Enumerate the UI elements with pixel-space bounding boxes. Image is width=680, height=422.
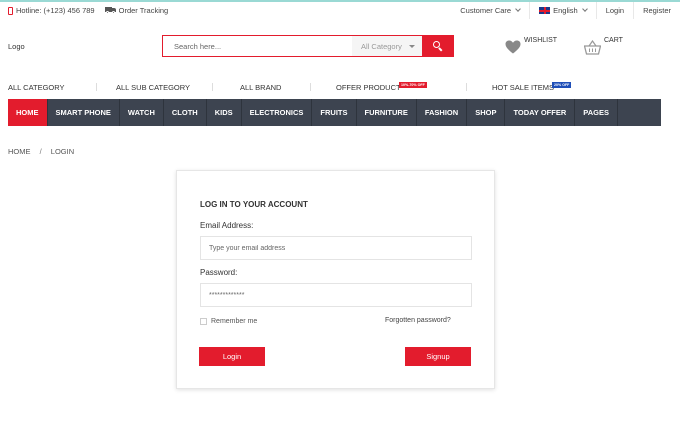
login-card: LOG IN TO YOUR ACCOUNT Email Address: Pa… [176,170,495,389]
nav-item-watch[interactable]: WATCH [120,99,164,126]
divider [310,83,311,91]
offer-badge: 10%-70% OFF [399,82,427,88]
all-brand-link[interactable]: ALL BRAND [240,83,281,92]
nav-item-home[interactable]: HOME [8,99,48,126]
phone-icon [8,6,13,15]
cart-label: CART [604,37,623,44]
main-nav: HOME SMART PHONE WATCH CLOTH KIDS ELECTR… [8,99,661,126]
hot-sale-badge: 20% OFF [552,82,572,88]
checkbox-box [200,318,207,325]
customer-care-label: Customer Care [460,6,512,15]
heart-icon [505,40,521,54]
nav-item-kids[interactable]: KIDS [207,99,242,126]
hotline-text: Hotline: (+123) 456 789 [16,6,95,15]
nav-item-shop[interactable]: SHOP [467,99,506,126]
search-button[interactable] [422,36,453,56]
remember-me-checkbox[interactable]: Remember me [200,318,257,325]
forgot-password-link[interactable]: Forgotten password? [385,317,451,324]
nav-item-fashion[interactable]: FASHION [417,99,468,126]
search-icon [432,41,443,52]
nav-item-cloth[interactable]: CLOTH [164,99,207,126]
language-label: English [553,6,578,15]
nav-item-pages[interactable]: PAGES [575,99,618,126]
site-logo[interactable]: Logo [8,42,25,51]
cart-link[interactable]: CART [584,37,623,55]
breadcrumb-separator: / [39,147,42,156]
nav-item-today-offer[interactable]: TODAY OFFER [505,99,576,126]
remember-me-label: Remember me [211,318,258,325]
uk-flag-icon [539,7,551,14]
breadcrumb-home[interactable]: HOME [8,147,31,156]
breadcrumb: HOME / LOGIN [8,147,74,156]
offer-product-link[interactable]: OFFER PRODUCT [336,83,401,92]
breadcrumb-current: LOGIN [50,147,75,156]
top-register-label: Register [643,6,671,15]
email-label: Email Address: [200,221,254,230]
wishlist-label: WISHLIST [524,37,558,44]
search-input[interactable] [163,36,352,56]
divider [466,83,467,91]
category-row: ALL CATEGORY ALL SUB CATEGORY ALL BRAND … [0,77,680,97]
order-tracking-label: Order Tracking [118,6,169,15]
basket-icon [584,40,601,55]
category-select[interactable]: All Category [352,36,422,56]
language-dropdown[interactable]: English [529,2,596,19]
divider [212,83,213,91]
chevron-down-icon [515,6,521,12]
email-field[interactable] [200,236,472,260]
password-field[interactable] [200,283,472,307]
top-bar: Hotline: (+123) 456 789 Order Tracking C… [0,2,680,19]
chevron-down-icon [581,6,588,12]
nav-item-fruits[interactable]: FRUITS [312,99,357,126]
hot-sale-items-link[interactable]: HOT SALE ITEMS [492,83,554,92]
all-category-link[interactable]: ALL CATEGORY [8,83,65,92]
divider [96,83,97,91]
hotline: Hotline: (+123) 456 789 [8,6,95,15]
category-select-value: All Category [361,41,402,51]
top-register-link[interactable]: Register [633,2,680,19]
caret-down-icon [409,45,415,48]
password-label: Password: [200,268,238,277]
customer-care-dropdown[interactable]: Customer Care [451,2,529,19]
all-sub-category-link[interactable]: ALL SUB CATEGORY [116,83,190,92]
nav-item-electronics[interactable]: ELECTRONICS [242,99,313,126]
top-login-link[interactable]: Login [595,2,633,19]
login-title: LOG IN TO YOUR ACCOUNT [200,200,308,209]
login-button[interactable]: Login [199,347,265,366]
signup-button[interactable]: Signup [405,347,471,366]
nav-item-furniture[interactable]: FURNITURE [357,99,417,126]
top-login-label: Login [605,6,625,15]
wishlist-link[interactable]: WISHLIST [505,37,557,54]
order-tracking-link[interactable]: Order Tracking [104,6,169,15]
search-bar: All Category [162,35,454,57]
truck-icon [104,7,116,14]
nav-item-smart-phone[interactable]: SMART PHONE [48,99,120,126]
